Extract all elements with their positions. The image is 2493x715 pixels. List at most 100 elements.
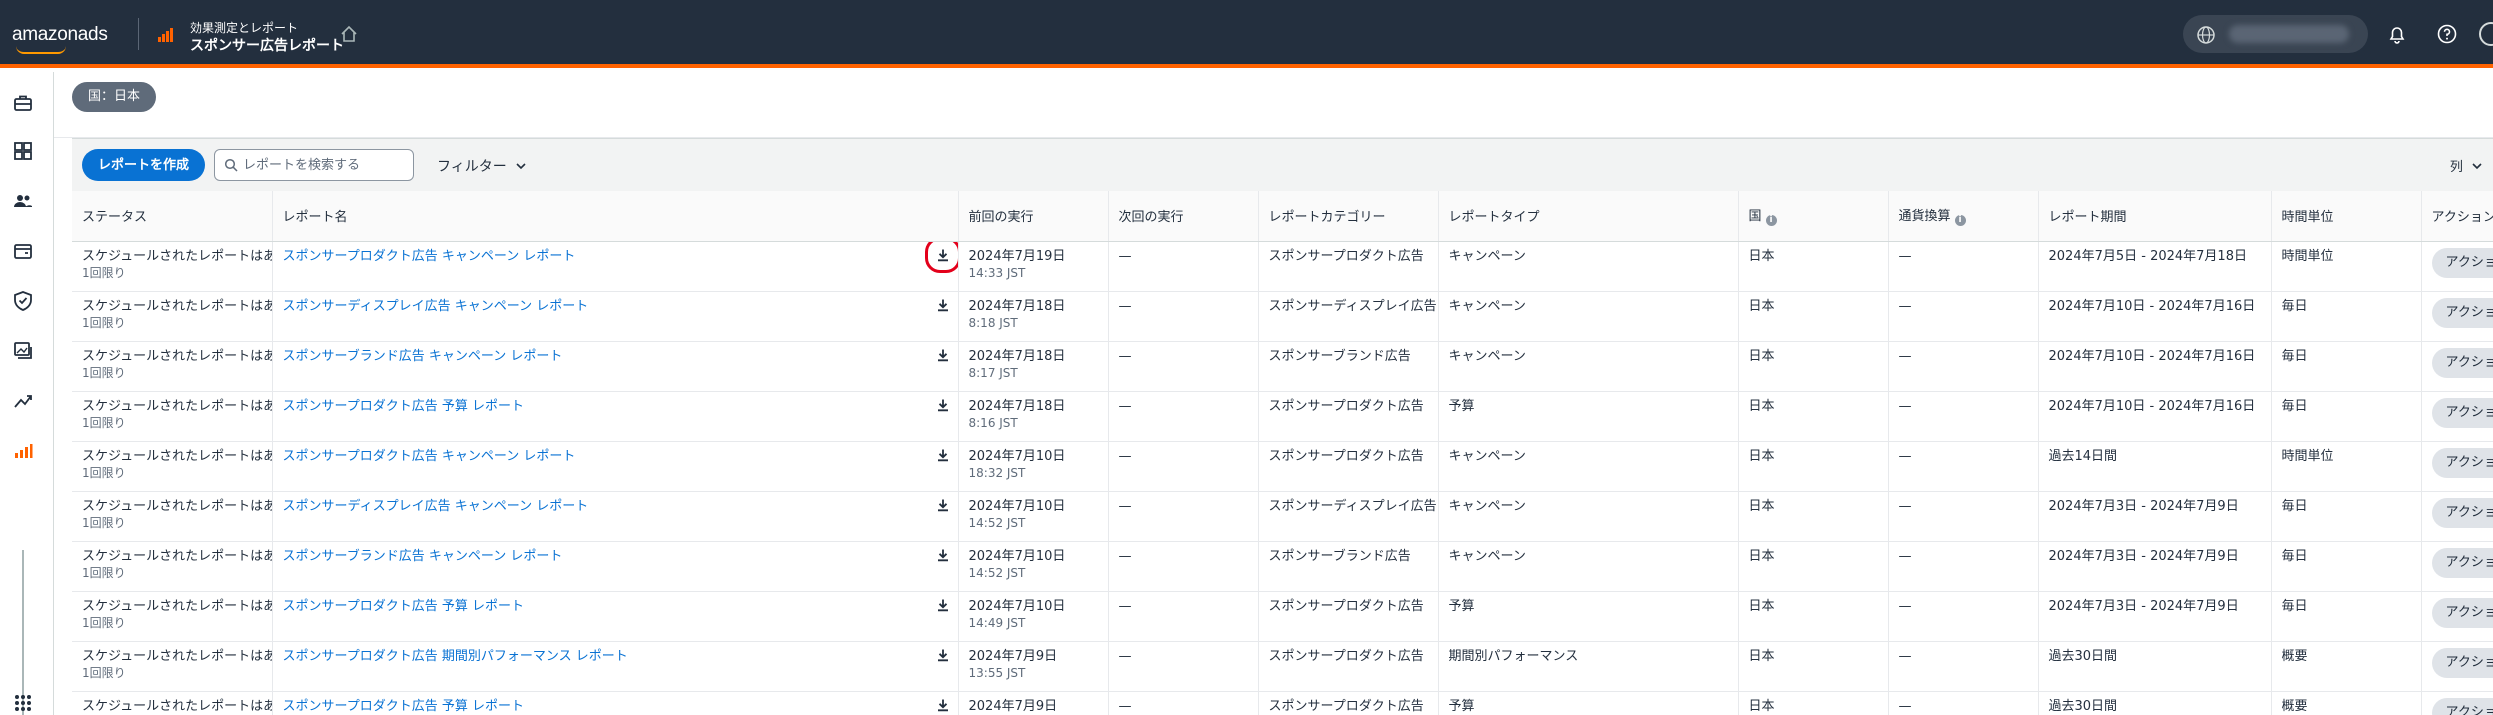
period-cell: 2024年7月3日 - 2024年7月9日	[2038, 541, 2272, 592]
briefcase-icon[interactable]	[12, 92, 34, 114]
wallet-icon[interactable]	[12, 240, 34, 262]
column-header-report-name[interactable]: レポート名	[272, 191, 959, 242]
currency-cell: —	[1888, 341, 2039, 392]
page-title: スポンサー広告レポート	[190, 38, 344, 54]
last-run-date: 2024年7月18日	[968, 298, 1066, 314]
status-frequency: 1回限り	[82, 465, 126, 480]
country-filter-chip[interactable]: 国：日本	[72, 82, 157, 112]
type-cell: 予算	[1438, 591, 1739, 642]
period-cell: 過去30日間	[2038, 641, 2272, 692]
table-row: スケジュールされたレポートはありません1回限りスポンサーディスプレイ広告 キャン…	[72, 491, 2493, 542]
next-run-cell: —	[1108, 491, 1259, 542]
column-header-period[interactable]: レポート期間	[2038, 191, 2272, 242]
action-button[interactable]: アクション	[2431, 647, 2493, 678]
status-frequency: 1回限り	[82, 615, 126, 630]
action-button[interactable]: アクション	[2431, 547, 2493, 578]
report-name-link[interactable]: スポンサーディスプレイ広告 キャンペーン レポート	[283, 499, 589, 514]
home-icon[interactable]	[340, 25, 358, 43]
create-report-button[interactable]: レポートを作成	[82, 149, 206, 181]
download-icon[interactable]	[936, 298, 950, 312]
country-cell: 日本	[1738, 291, 1889, 342]
country-cell: 日本	[1738, 391, 1889, 442]
last-run-cell: 2024年7月19日 14:33 JST	[958, 241, 1109, 292]
period-cell: 2024年7月10日 - 2024年7月16日	[2038, 341, 2272, 392]
action-cell: アクション	[2421, 491, 2493, 542]
bell-icon[interactable]	[2386, 23, 2408, 45]
status-text: スケジュールされたレポートはありません	[82, 298, 271, 314]
action-button[interactable]: アクション	[2431, 297, 2493, 328]
avatar[interactable]	[2479, 22, 2493, 46]
download-icon[interactable]	[936, 398, 950, 412]
column-header-unit[interactable]: 時間単位	[2271, 191, 2422, 242]
column-header-country[interactable]: 国i	[1738, 191, 1889, 242]
columns-dropdown[interactable]: 列	[2450, 156, 2483, 175]
filter-dropdown[interactable]: フィルター	[437, 156, 527, 176]
action-cell: アクション	[2421, 291, 2493, 342]
help-icon[interactable]	[2436, 23, 2458, 45]
category-cell: スポンサーブランド広告	[1258, 541, 1439, 592]
report-name-link[interactable]: スポンサーブランド広告 キャンペーン レポート	[283, 349, 563, 364]
download-icon[interactable]	[936, 648, 950, 662]
last-run-date: 2024年7月18日	[968, 398, 1066, 414]
unit-cell: 概要	[2271, 641, 2422, 692]
report-name-link[interactable]: スポンサーブランド広告 キャンペーン レポート	[283, 549, 563, 564]
reports-icon[interactable]	[12, 440, 34, 462]
period-cell: 2024年7月3日 - 2024年7月9日	[2038, 591, 2272, 642]
status-cell: スケジュールされたレポートはありません1回限り	[72, 241, 273, 292]
report-name-link[interactable]: スポンサープロダクト広告 キャンペーン レポート	[283, 249, 576, 264]
media-icon[interactable]	[12, 340, 34, 362]
download-icon[interactable]	[936, 498, 950, 512]
table-row: スケジュールされたレポートはありません1回限りスポンサーブランド広告 キャンペー…	[72, 341, 2493, 392]
report-name-link[interactable]: スポンサープロダクト広告 予算 レポート	[283, 699, 525, 714]
report-name-link[interactable]: スポンサープロダクト広告 キャンペーン レポート	[283, 449, 576, 464]
dashboard-icon[interactable]	[12, 140, 34, 162]
report-name-cell: スポンサープロダクト広告 予算 レポート	[272, 391, 959, 442]
download-icon[interactable]	[936, 598, 950, 612]
next-run-cell: —	[1108, 391, 1259, 442]
action-button[interactable]: アクション	[2431, 697, 2493, 715]
status-text: スケジュールされたレポートはありません	[82, 598, 271, 614]
download-icon[interactable]	[936, 348, 950, 362]
report-name-link[interactable]: スポンサーディスプレイ広告 キャンペーン レポート	[283, 299, 589, 314]
last-run-date: 2024年7月10日	[968, 598, 1066, 614]
amazon-ads-logo[interactable]: amazonads	[12, 24, 108, 54]
report-name-link[interactable]: スポンサープロダクト広告 期間別パフォーマンス レポート	[283, 649, 628, 664]
shield-icon[interactable]	[12, 290, 34, 312]
unit-cell: 毎日	[2271, 541, 2422, 592]
audience-icon[interactable]	[12, 190, 34, 212]
action-button[interactable]: アクション	[2431, 447, 2493, 478]
status-cell: スケジュールされたレポートはありません1回限り	[72, 441, 273, 492]
last-run-time: 8:16 JST	[968, 415, 1018, 430]
search-input[interactable]	[243, 155, 403, 175]
trend-icon[interactable]	[12, 390, 34, 412]
status-text: スケジュールされたレポートはありません	[82, 648, 271, 664]
action-button[interactable]: アクション	[2431, 597, 2493, 628]
table-body: スケジュールされたレポートはありません1回限りスポンサープロダクト広告 キャンペ…	[72, 241, 2493, 715]
download-icon[interactable]	[936, 548, 950, 562]
report-name-link[interactable]: スポンサープロダクト広告 予算 レポート	[283, 599, 525, 614]
column-header-currency[interactable]: 通貨換算 i	[1888, 191, 2039, 242]
status-text: スケジュールされたレポートはありません	[82, 448, 271, 464]
action-button[interactable]: アクション	[2431, 247, 2493, 278]
download-icon[interactable]	[936, 698, 950, 712]
action-cell: アクション	[2421, 241, 2493, 292]
report-name-link[interactable]: スポンサープロダクト広告 予算 レポート	[283, 399, 525, 414]
action-button[interactable]: アクション	[2431, 397, 2493, 428]
action-button[interactable]: アクション	[2431, 347, 2493, 378]
last-run-cell: 2024年7月10日 14:52 JST	[958, 491, 1109, 542]
action-button[interactable]: アクション	[2431, 497, 2493, 528]
column-header-status[interactable]: ステータス	[72, 191, 273, 242]
currency-cell: —	[1888, 641, 2039, 692]
download-icon[interactable]	[936, 448, 950, 462]
column-header-last-run[interactable]: 前回の実行	[958, 191, 1109, 242]
column-header-category[interactable]: レポートカテゴリー	[1258, 191, 1439, 242]
apps-grid-icon[interactable]	[12, 692, 34, 714]
download-icon[interactable]	[924, 241, 957, 273]
column-header-next-run[interactable]: 次回の実行	[1108, 191, 1259, 242]
category-cell: スポンサーディスプレイ広告	[1258, 491, 1439, 542]
currency-cell: —	[1888, 691, 2039, 715]
account-name-redacted	[2229, 25, 2349, 43]
info-icon[interactable]: i	[1765, 215, 1777, 227]
column-header-type[interactable]: レポートタイプ	[1438, 191, 1739, 242]
info-icon[interactable]: i	[1954, 215, 1966, 227]
